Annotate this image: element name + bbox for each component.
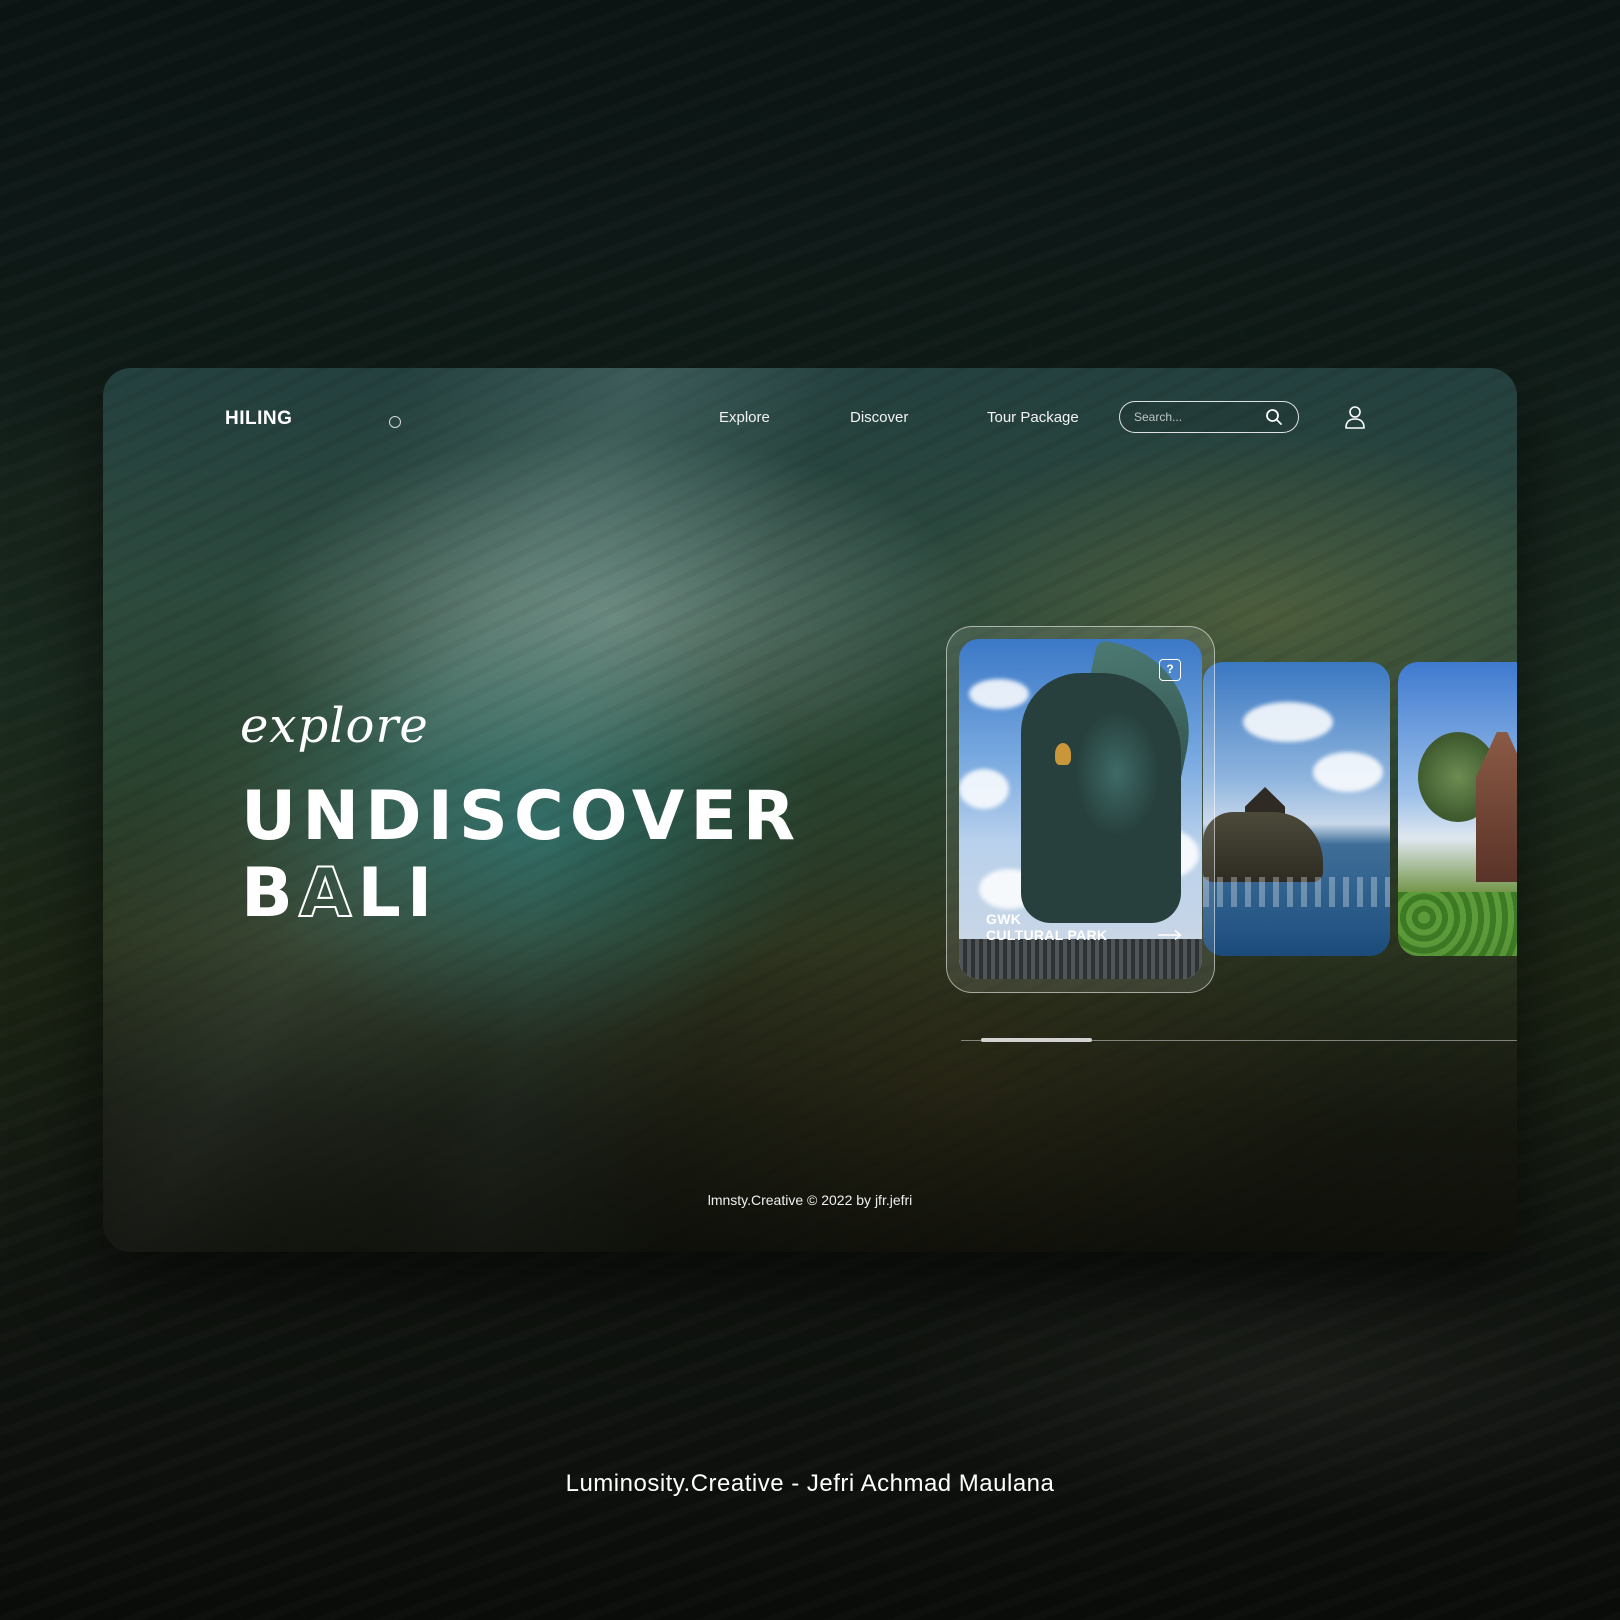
- page-credit: Luminosity.Creative - Jefri Achmad Maula…: [565, 1470, 1055, 1497]
- destination-card-temple[interactable]: [1398, 662, 1517, 956]
- destination-card-tanah-lot[interactable]: [1203, 662, 1390, 956]
- destination-card-gwk[interactable]: ? GWK CULTURAL PARK: [946, 626, 1215, 993]
- nav-discover[interactable]: Discover: [850, 409, 908, 426]
- card-title: GWK CULTURAL PARK: [986, 911, 1146, 943]
- logo-mark-icon: [389, 416, 401, 428]
- hero-title-line1: UNDISCOVER: [241, 777, 802, 856]
- search-input[interactable]: [1134, 408, 1254, 426]
- arrow-right-icon[interactable]: [1157, 929, 1183, 941]
- hero-title-line2: BALI: [241, 854, 801, 933]
- hero-title-li: LI: [357, 854, 439, 933]
- card-title-line1: GWK: [986, 911, 1022, 927]
- hero-title-outline-letter: A: [298, 854, 358, 933]
- logo[interactable]: HILING: [225, 408, 292, 430]
- card-title-line2: CULTURAL PARK: [986, 927, 1108, 943]
- website-frame: HILING Explore Discover Tour Package exp…: [103, 368, 1517, 1252]
- gwk-statue-photo: ? GWK CULTURAL PARK: [959, 639, 1202, 979]
- nav-tour-package[interactable]: Tour Package: [987, 409, 1079, 426]
- hero-script-text: explore: [240, 698, 429, 754]
- search-icon[interactable]: [1265, 408, 1283, 426]
- user-icon[interactable]: [1343, 404, 1367, 430]
- nav-explore[interactable]: Explore: [719, 409, 770, 426]
- help-icon[interactable]: ?: [1159, 659, 1181, 681]
- navbar: HILING Explore Discover Tour Package: [103, 368, 1517, 468]
- hero-title-b: B: [241, 854, 299, 933]
- site-footer-copyright: lmnsty.Creative © 2022 by jfr.jefri: [707, 1192, 913, 1208]
- carousel-progress-fill: [981, 1038, 1092, 1042]
- search-box: [1119, 401, 1299, 433]
- hero-title: UNDISCOVER BALI: [241, 777, 802, 933]
